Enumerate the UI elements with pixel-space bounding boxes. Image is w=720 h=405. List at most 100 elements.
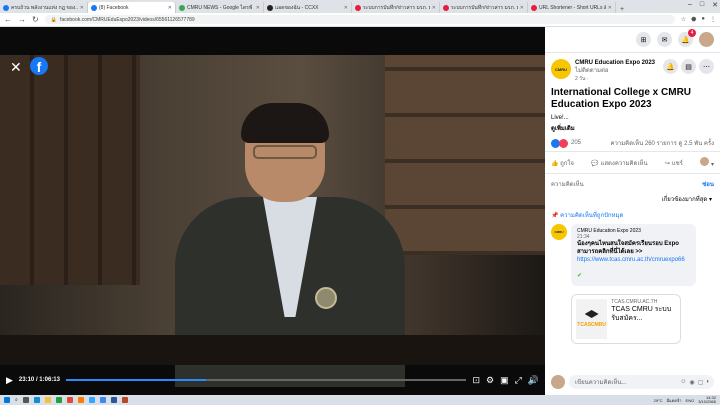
notification-badge: 4 bbox=[688, 29, 696, 37]
miniplayer-icon[interactable]: ▣ bbox=[500, 375, 509, 386]
page-logo[interactable]: CMRU bbox=[551, 59, 571, 79]
browser-tab[interactable]: CMRU NEWS - Google ไดรฟ์ ✕ bbox=[176, 2, 264, 13]
weather-temperature[interactable]: 29°C bbox=[654, 398, 663, 403]
more-options-icon[interactable]: ⋯ bbox=[699, 59, 714, 74]
video-progress-bar[interactable] bbox=[65, 379, 467, 381]
browser-tab-bar: ครบถ้วน พลังงานแห่ง กฎ ของ... ✕ (8) Faceb… bbox=[0, 0, 720, 13]
sticker-icon[interactable]: ◐ bbox=[706, 379, 710, 386]
close-icon[interactable]: ✕ bbox=[80, 5, 84, 11]
comment-author-avatar[interactable]: CMRU bbox=[551, 224, 567, 240]
messenger-icon[interactable]: ✉ bbox=[657, 32, 672, 47]
system-tray: 29°C มีแดดจ้า ENG 14:32 3/10/2565 bbox=[654, 396, 716, 404]
extension-icon[interactable]: ⬣ bbox=[691, 16, 696, 23]
post-header-actions: 🔔 ▤ ⋯ bbox=[663, 59, 714, 83]
reload-icon[interactable]: ↻ bbox=[32, 15, 39, 24]
link-preview-image: TCASCMRU bbox=[576, 299, 608, 339]
comment-bubble-icon: 💬 bbox=[591, 160, 599, 167]
reaction-count[interactable]: 205 bbox=[571, 140, 581, 146]
close-icon[interactable]: ✕ bbox=[432, 5, 436, 11]
write-comment-bar: เขียนความคิดเห็น... ☺ ◉ ▢ ◐ bbox=[545, 375, 720, 389]
thumbs-up-icon: 👍 bbox=[551, 160, 559, 167]
browser-tab[interactable]: ระบบการบันทึก/ข่าวสาร มรภ. ม.ช...✕ bbox=[440, 2, 528, 13]
illustrator-icon[interactable] bbox=[77, 397, 84, 403]
close-icon[interactable]: ✕ bbox=[344, 5, 348, 11]
browser-tab[interactable]: URL Shortener - Short URLs & Cu...✕ bbox=[528, 2, 616, 13]
gif-icon[interactable]: ▢ bbox=[698, 379, 704, 386]
close-icon[interactable]: ✕ bbox=[256, 5, 260, 11]
play-icon[interactable]: ▶ bbox=[6, 375, 13, 386]
graduation-cap-icon bbox=[584, 310, 599, 318]
captions-icon[interactable]: ⊡ bbox=[472, 375, 480, 386]
close-window-icon[interactable]: ✕ bbox=[712, 1, 718, 9]
comment-button[interactable]: 💬 แสดงความคิดเห็น bbox=[591, 158, 647, 168]
camera-icon[interactable]: ◉ bbox=[689, 379, 694, 386]
hide-comments-button[interactable]: ซ่อน bbox=[702, 179, 714, 189]
settings-gear-icon[interactable]: ⚙ bbox=[486, 375, 494, 386]
browser-tab-active[interactable]: (8) Facebook ✕ bbox=[88, 2, 176, 13]
volume-icon[interactable]: 🔊 bbox=[528, 375, 539, 386]
close-icon[interactable]: ✕ bbox=[168, 5, 172, 11]
tab-favicon bbox=[355, 4, 361, 11]
fullscreen-icon[interactable]: ⤢ bbox=[515, 375, 522, 386]
see-more-link[interactable]: ดูเพิ่มเติม bbox=[545, 121, 720, 135]
chrome-icon[interactable] bbox=[99, 397, 106, 403]
photoshop-icon[interactable] bbox=[88, 397, 95, 403]
menu-grid-icon[interactable]: ⊞ bbox=[636, 32, 651, 47]
comment-input[interactable]: เขียนความคิดเห็น... ☺ ◉ ▢ ◐ bbox=[569, 375, 714, 389]
word-icon[interactable] bbox=[110, 397, 117, 403]
save-icon[interactable]: ▤ bbox=[681, 59, 696, 74]
close-icon[interactable]: ✕ bbox=[608, 5, 612, 11]
like-button[interactable]: 👍 ถูกใจ bbox=[551, 158, 574, 168]
language-indicator[interactable]: ENG bbox=[686, 398, 695, 403]
link-title: TCAS CMRU ระบบรับสมัคร... bbox=[611, 306, 672, 322]
pinned-comment: CMRU CMRU Education Expo 2023 21:34 น้อง… bbox=[545, 220, 720, 290]
task-view-icon[interactable] bbox=[22, 397, 29, 403]
comment-link[interactable]: https://www.tcas.cmru.ac.th/cmruexpo66 bbox=[577, 256, 690, 264]
browser-tab[interactable]: แอดของฉัน - CCXX ✕ bbox=[264, 2, 352, 13]
weather-status[interactable]: มีแดดจ้า bbox=[667, 397, 682, 404]
bell-icon[interactable]: 🔔 bbox=[663, 59, 678, 74]
new-tab-button[interactable]: + bbox=[616, 6, 628, 13]
love-reaction-icon[interactable] bbox=[559, 138, 568, 148]
back-icon[interactable]: ← bbox=[4, 15, 12, 24]
share-button[interactable]: ↪ แชร์ bbox=[665, 158, 683, 168]
bookmark-star-icon[interactable]: ☆ bbox=[681, 16, 686, 23]
line-icon[interactable] bbox=[55, 397, 62, 403]
app-icon[interactable] bbox=[66, 397, 73, 403]
powerpoint-icon[interactable] bbox=[121, 397, 128, 403]
video-player[interactable]: ✕ f ▶ 23:10 / 1:06:13 ⊡ ⚙ ▣ ⤢ 🔊 bbox=[0, 27, 545, 395]
link-preview-text: TCAS.CMRU.AC.TH TCAS CMRU ระบบรับสมัคร..… bbox=[611, 299, 676, 339]
page-name[interactable]: CMRU Education Expo 2023 ไม่ติดตามต่อ bbox=[575, 59, 655, 75]
link-preview-card[interactable]: TCASCMRU TCAS.CMRU.AC.TH TCAS CMRU ระบบร… bbox=[571, 294, 681, 344]
edge-icon[interactable] bbox=[33, 397, 40, 403]
maximize-icon[interactable]: □ bbox=[700, 1, 704, 9]
forward-icon[interactable]: → bbox=[18, 15, 26, 24]
profile-icon[interactable]: ● bbox=[701, 16, 705, 23]
url-field[interactable]: 🔒 facebook.com/CMRUEduExpo2023/videos/655… bbox=[44, 15, 675, 24]
search-icon[interactable]: ⌕ bbox=[15, 397, 18, 403]
close-icon[interactable]: ✕ bbox=[10, 60, 22, 74]
clock[interactable]: 14:32 3/10/2565 bbox=[698, 396, 716, 404]
comment-tools: ☺ ◉ ▢ ◐ bbox=[680, 379, 710, 386]
comments-label: ความคิดเห็น bbox=[551, 182, 584, 188]
browser-tab[interactable]: ระบบการบันทึก/ข่าวสาร มรภ. ม.ช...✕ bbox=[352, 2, 440, 13]
profile-avatar[interactable] bbox=[699, 32, 714, 47]
post-date[interactable]: 2 วัน · bbox=[575, 75, 655, 83]
menu-icon[interactable]: ⋮ bbox=[710, 16, 716, 23]
pinned-comment-label: 📌 ความคิดเห็นที่ถูกปักหมุด bbox=[551, 213, 624, 219]
video-background-bookshelf bbox=[385, 55, 545, 255]
browser-tab[interactable]: ครบถ้วน พลังงานแห่ง กฎ ของ... ✕ bbox=[0, 2, 88, 13]
file-explorer-icon[interactable] bbox=[44, 397, 51, 403]
close-icon[interactable]: ✕ bbox=[520, 5, 524, 11]
tcas-logo-text: TCASCMRU bbox=[577, 322, 606, 328]
tab-favicon bbox=[3, 4, 9, 11]
comments-views-count[interactable]: ความคิดเห็น 260 รายการ ดู 2.5 พัน ครั้ง bbox=[610, 138, 714, 148]
comment-sort-dropdown[interactable]: เกี่ยวข้องมากที่สุด ▾ bbox=[545, 194, 720, 204]
facebook-logo-icon[interactable]: f bbox=[30, 57, 48, 75]
windows-start-icon[interactable] bbox=[4, 397, 10, 403]
video-background-left bbox=[0, 55, 140, 285]
emoji-icon[interactable]: ☺ bbox=[680, 379, 686, 386]
audience-selector[interactable]: ▾ bbox=[700, 157, 714, 168]
minimize-icon[interactable]: – bbox=[688, 1, 692, 9]
notifications-bell-icon[interactable]: 🔔 4 bbox=[678, 29, 696, 47]
